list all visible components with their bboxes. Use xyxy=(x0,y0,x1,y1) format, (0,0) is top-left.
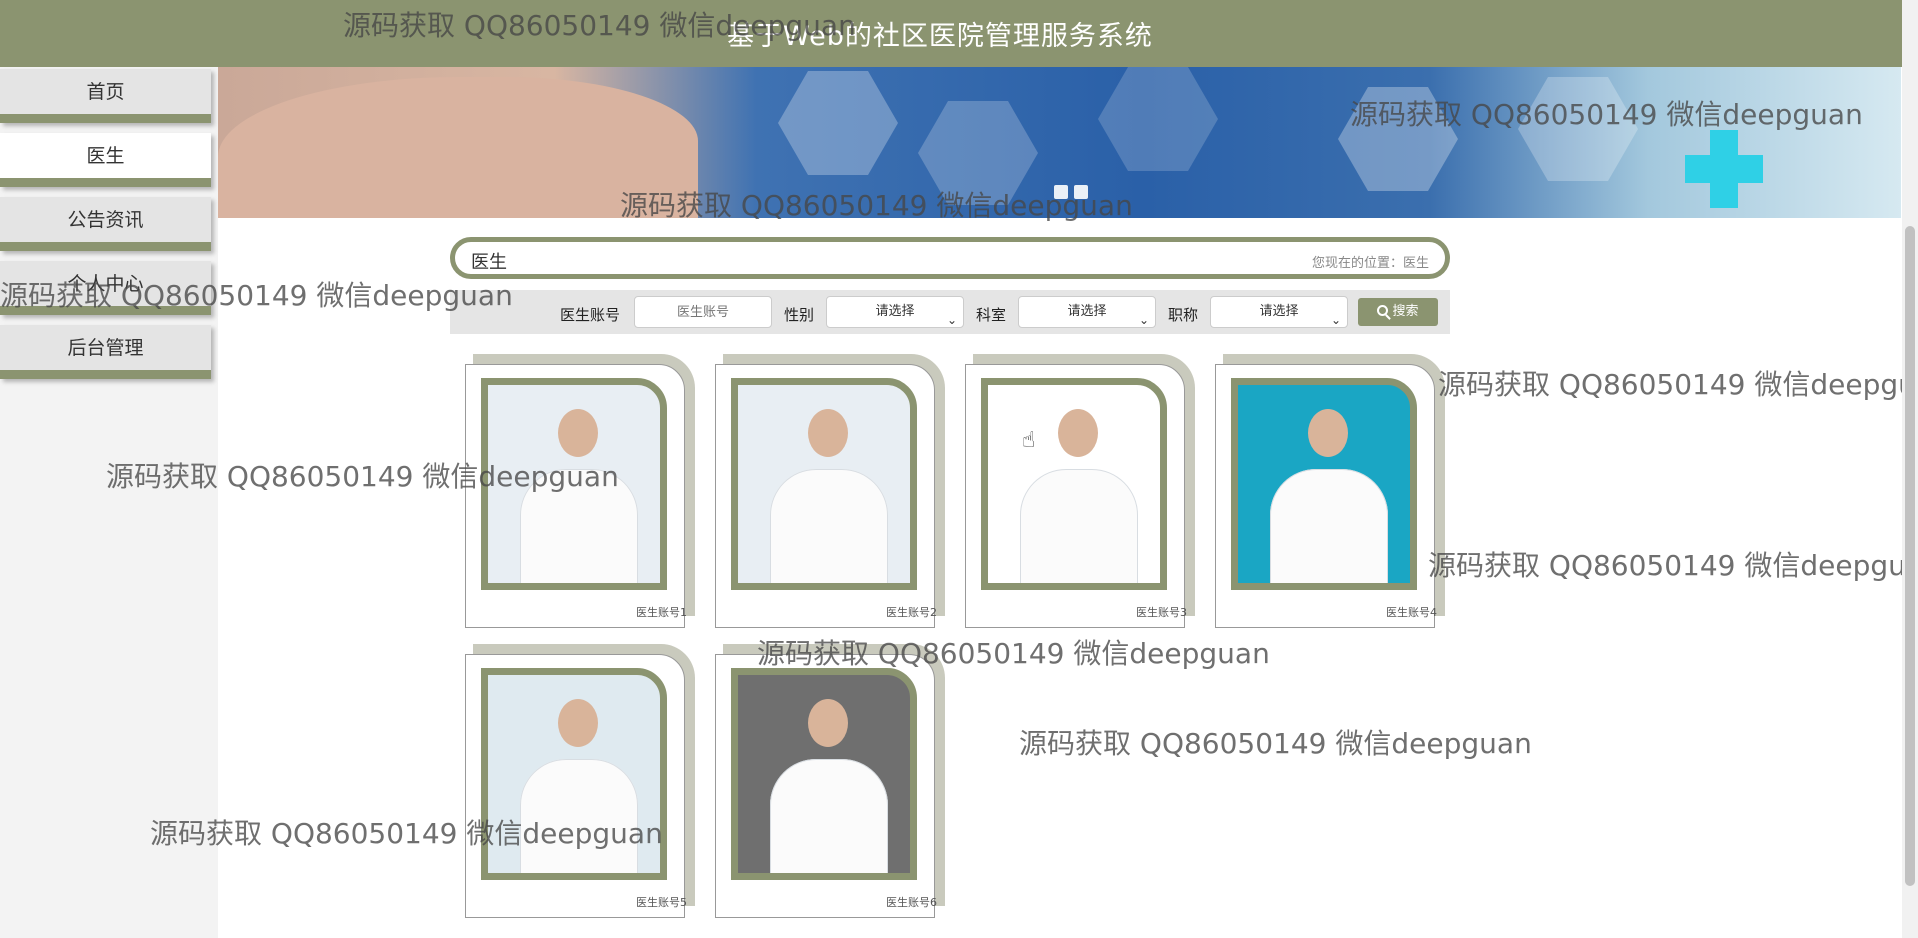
banner-hex-shape xyxy=(1098,67,1218,171)
site-title: 基于Web的社区医院管理服务系统 xyxy=(727,21,1153,52)
photo-coat xyxy=(520,469,638,583)
doctor-caption: 医生账号6 xyxy=(886,896,937,909)
doctor-card[interactable]: 医生账号5 xyxy=(465,644,697,918)
title-select[interactable]: 请选择 ⌄ xyxy=(1210,296,1348,328)
search-button[interactable]: 搜索 xyxy=(1358,298,1438,326)
doctor-photo[interactable] xyxy=(981,378,1167,590)
watermark-text: 源码获取 QQ86050149 微信deepguan xyxy=(1428,549,1918,582)
search-icon xyxy=(1377,305,1389,316)
sidebar-item-news[interactable]: 公告资讯 xyxy=(0,197,211,251)
page-title: 医生 xyxy=(471,252,507,273)
photo-coat xyxy=(520,759,638,873)
photo-face xyxy=(1308,409,1348,457)
doctor-caption: 医生账号2 xyxy=(886,606,937,619)
dept-select[interactable]: 请选择 ⌄ xyxy=(1018,296,1156,328)
dept-select-value: 请选择 xyxy=(1067,304,1107,319)
sidebar-nav: 首页 医生 公告资讯 个人中心 后台管理 xyxy=(0,67,218,938)
doctor-photo[interactable] xyxy=(481,668,667,880)
search-button-label: 搜索 xyxy=(1392,304,1419,319)
doctor-card[interactable]: 医生账号2 xyxy=(715,354,947,628)
photo-coat xyxy=(770,469,888,583)
account-input[interactable] xyxy=(634,296,772,328)
gender-select-value: 请选择 xyxy=(875,304,915,319)
doctor-photo[interactable] xyxy=(731,668,917,880)
banner-hex-shape xyxy=(918,101,1038,205)
gender-label: 性别 xyxy=(784,306,815,324)
chevron-down-icon: ⌄ xyxy=(1330,313,1341,327)
title-label: 职称 xyxy=(1168,306,1199,324)
doctor-caption: 医生账号4 xyxy=(1386,606,1437,619)
account-label: 医生账号 xyxy=(560,306,621,324)
watermark-text: 源码获取 QQ86050149 微信deepguan xyxy=(1438,368,1918,401)
page-scrollbar[interactable] xyxy=(1902,0,1918,938)
photo-face xyxy=(808,699,848,747)
sidebar-item-admin[interactable]: 后台管理 xyxy=(0,325,211,379)
photo-face xyxy=(1058,409,1098,457)
medical-cross-icon xyxy=(1685,130,1763,208)
photo-coat xyxy=(1020,469,1138,583)
dept-label: 科室 xyxy=(976,306,1007,324)
doctor-card[interactable]: 医生账号1 xyxy=(465,354,697,628)
banner-carousel xyxy=(218,67,1901,218)
top-header: 基于Web的社区医院管理服务系统 xyxy=(0,0,1918,67)
doctor-photo[interactable] xyxy=(481,378,667,590)
search-filter-bar: 医生账号 性别 请选择 ⌄ 科室 请选择 ⌄ 职称 请选择 ⌄ 搜索 xyxy=(450,290,1450,334)
scrollbar-thumb[interactable] xyxy=(1905,226,1915,886)
photo-face xyxy=(558,409,598,457)
chevron-down-icon: ⌄ xyxy=(946,313,957,327)
gender-select[interactable]: 请选择 ⌄ xyxy=(826,296,964,328)
banner-hand-image xyxy=(218,77,698,218)
doctor-card[interactable]: 医生账号3 xyxy=(965,354,1197,628)
carousel-dot[interactable] xyxy=(1054,185,1068,199)
photo-coat xyxy=(770,759,888,873)
title-select-value: 请选择 xyxy=(1259,304,1299,319)
carousel-dot[interactable] xyxy=(1074,185,1088,199)
banner-hex-shape xyxy=(1518,77,1638,181)
sidebar-item-home[interactable]: 首页 xyxy=(0,69,211,123)
carousel-indicators xyxy=(1054,185,1088,199)
doctor-photo[interactable] xyxy=(731,378,917,590)
sidebar-item-doctor[interactable]: 医生 xyxy=(0,133,211,187)
photo-coat xyxy=(1270,469,1388,583)
doctor-card[interactable]: 医生账号4 xyxy=(1215,354,1447,628)
photo-face xyxy=(558,699,598,747)
doctor-caption: 医生账号1 xyxy=(636,606,687,619)
doctor-caption: 医生账号3 xyxy=(1136,606,1187,619)
watermark-text: 源码获取 QQ86050149 微信deepguan xyxy=(1019,727,1532,760)
doctor-caption: 医生账号5 xyxy=(636,896,687,909)
banner-hex-shape xyxy=(1338,87,1458,191)
sidebar-item-profile[interactable]: 个人中心 xyxy=(0,261,211,315)
breadcrumb-location: 您现在的位置：医生 xyxy=(1311,256,1429,271)
doctor-card[interactable]: 医生账号6 xyxy=(715,644,947,918)
breadcrumb: 医生 您现在的位置：医生 xyxy=(450,237,1450,279)
chevron-down-icon: ⌄ xyxy=(1138,313,1149,327)
photo-face xyxy=(808,409,848,457)
doctor-photo[interactable] xyxy=(1231,378,1417,590)
hand-cursor-icon: ☝ xyxy=(1022,428,1036,453)
banner-hex-shape xyxy=(778,71,898,175)
